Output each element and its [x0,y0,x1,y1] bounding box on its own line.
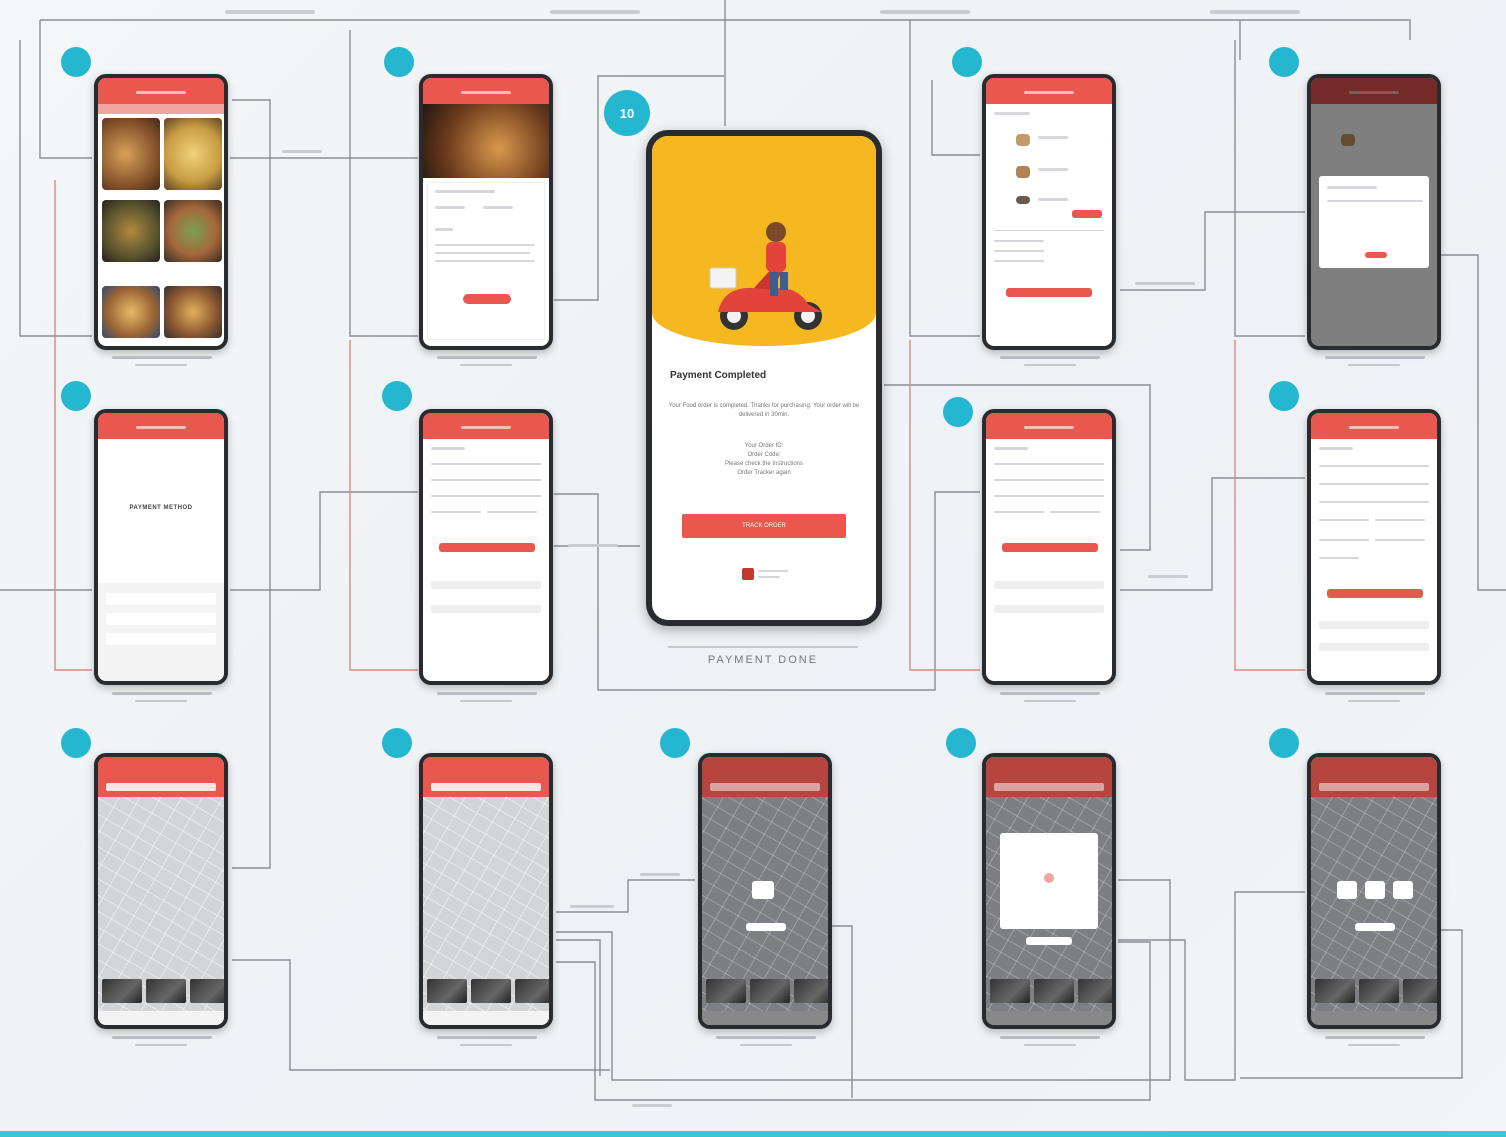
screen-map-results[interactable] [419,753,553,1029]
screen-caption [1348,1044,1400,1046]
screen-caption [460,364,512,366]
screen-caption [740,1044,792,1046]
screen-food-detail[interactable] [419,74,553,350]
screen-caption [1325,356,1425,359]
step-badge [1269,47,1299,77]
flow-board: PAYMENT METHOD 10 Payment Completed Your… [0,0,1506,1137]
screen-cart[interactable] [982,74,1116,350]
hero-order-line: Your Order ID: [744,443,784,449]
screen-caption [1348,700,1400,702]
brand-logo-icon [742,568,754,580]
screen-caption [437,692,537,695]
screen-caption [437,1036,537,1039]
screen-caption [1024,700,1076,702]
step-badge [943,397,973,427]
screen-caption [1325,692,1425,695]
screen-caption [437,356,537,359]
screen-caption [112,356,212,359]
screen-confirm-dialog[interactable] [1307,74,1441,350]
screen-address-form[interactable] [419,409,553,685]
screen-caption [135,700,187,702]
step-badge [61,381,91,411]
screen-map-options[interactable] [1307,753,1441,1029]
step-badge [382,381,412,411]
screen-caption [716,1036,816,1039]
screen-food-feed[interactable] [94,74,228,350]
flow-label [282,150,322,153]
step-badge [384,47,414,77]
screen-payment-method[interactable]: PAYMENT METHOD [94,409,228,685]
hero-caption: PAYMENT DONE [707,654,819,666]
screen-caption [1000,1036,1100,1039]
screen-card-details[interactable] [1307,409,1441,685]
screen-caption [1325,1036,1425,1039]
hero-order-line: Please check the Instructions [724,461,804,467]
step-badge: 10 [604,90,650,136]
screen-card-form[interactable] [982,409,1116,685]
screen-caption [1024,364,1076,366]
delivery-scooter-icon [709,222,822,330]
screen-payment-done[interactable]: Payment Completed Your Food order is com… [646,130,882,626]
hero-order-line: Order Code: [747,452,781,458]
payment-method-title: PAYMENT METHOD [129,505,193,511]
screen-caption [135,364,187,366]
flow-label [225,10,315,14]
step-badge [382,728,412,758]
flow-label [640,873,680,876]
screen-caption [1024,1044,1076,1046]
screen-map[interactable] [94,753,228,1029]
screen-map-calendar[interactable] [982,753,1116,1029]
screen-caption [460,700,512,702]
accent-bar [0,1131,1506,1137]
screen-caption [1000,356,1100,359]
hero-order-line: Order Tracker again [737,470,791,476]
track-order-button[interactable]: TRACK ORDER [682,514,846,538]
screen-caption [1348,364,1400,366]
hero-title: Payment Completed [670,370,767,381]
flow-label [1135,282,1195,285]
screen-caption [112,1036,212,1039]
flow-label [880,10,970,14]
flow-label [1210,10,1300,14]
step-badge [61,47,91,77]
flow-label [632,1104,672,1107]
screen-map-guests[interactable] [698,753,832,1029]
flow-label [570,905,614,908]
screen-caption [460,1044,512,1046]
hero-divider [668,646,858,648]
step-badge [952,47,982,77]
flow-label [1148,575,1188,578]
step-badge [1269,728,1299,758]
flow-label [550,10,640,14]
step-badge [61,728,91,758]
screen-caption [112,692,212,695]
hero-message: Your Food order is completed. Thanks for… [668,403,860,418]
step-badge [1269,381,1299,411]
step-badge [660,728,690,758]
step-badge [946,728,976,758]
screen-caption [1000,692,1100,695]
flow-label [568,544,618,547]
screen-caption [135,1044,187,1046]
